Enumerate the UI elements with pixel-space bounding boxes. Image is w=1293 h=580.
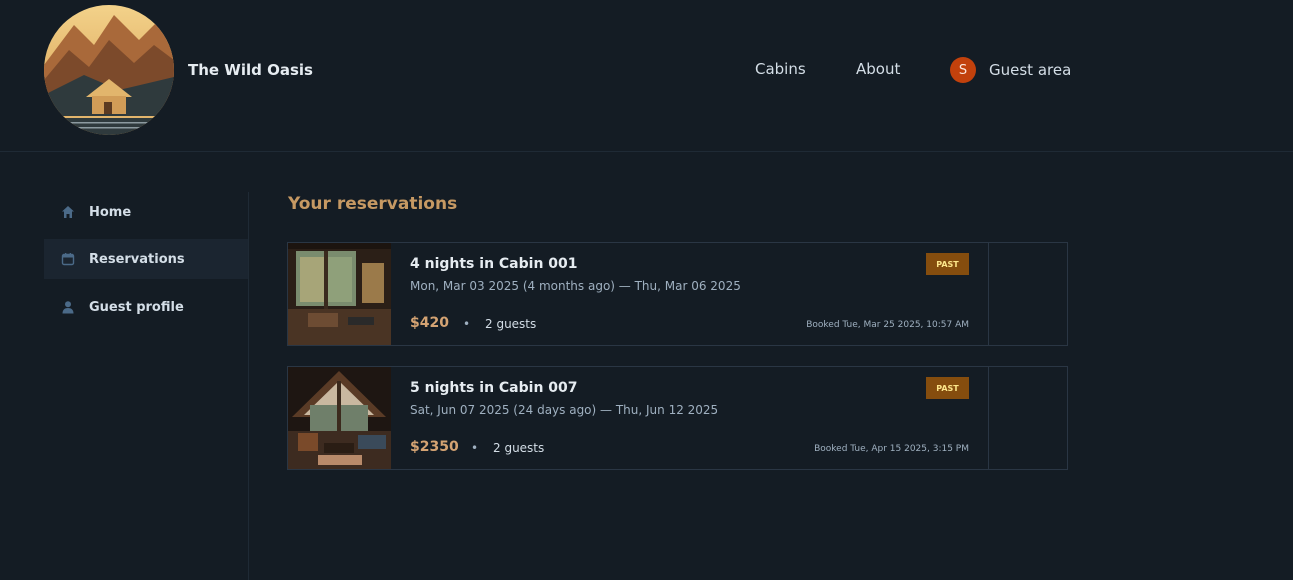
status-badge: PAST	[926, 253, 969, 275]
reservation-actions	[989, 367, 1067, 469]
calendar-icon	[61, 252, 75, 266]
separator-dot: •	[463, 317, 471, 331]
page-title: Your reservations	[288, 194, 458, 214]
separator-dot: •	[471, 441, 479, 455]
sidebar-item-label: Reservations	[89, 251, 185, 267]
user-icon	[61, 300, 75, 314]
reservation-dates: Mon, Mar 03 2025 (4 months ago) — Thu, M…	[410, 279, 741, 293]
account-sidebar: Home Reservations Guest profile	[0, 192, 249, 580]
booked-date: Booked Tue, Mar 25 2025, 10:57 AM	[806, 320, 969, 330]
reservation-actions	[989, 243, 1067, 345]
brand-name: The Wild Oasis	[188, 61, 313, 79]
sidebar-item-label: Guest profile	[89, 299, 184, 315]
logo-link[interactable]: The Wild Oasis	[44, 5, 313, 135]
home-icon	[61, 205, 75, 219]
cabin-image	[288, 367, 391, 469]
reservation-guests: 2 guests	[493, 441, 545, 455]
nav-link-guest-area[interactable]: S Guest area	[950, 57, 1071, 83]
reservation-details: 5 nights in Cabin 007 Sat, Jun 07 2025 (…	[391, 367, 989, 469]
reservation-dates: Sat, Jun 07 2025 (24 days ago) — Thu, Ju…	[410, 403, 719, 417]
nav-link-about[interactable]: About	[856, 60, 900, 78]
site-header: The Wild Oasis Cabins About S Guest area	[0, 0, 1293, 152]
nav-link-guest-area-label: Guest area	[989, 61, 1072, 79]
cabin-image	[288, 243, 391, 345]
sidebar-item-reservations[interactable]: Reservations	[44, 239, 248, 279]
logo-image	[44, 5, 174, 135]
reservation-details: 4 nights in Cabin 001 Mon, Mar 03 2025 (…	[391, 243, 989, 345]
reservation-price: $420	[410, 315, 449, 331]
reservation-title: 4 nights in Cabin 001	[410, 256, 578, 272]
reservation-title: 5 nights in Cabin 007	[410, 380, 578, 396]
sidebar-item-guest-profile[interactable]: Guest profile	[44, 287, 248, 327]
sidebar-item-label: Home	[89, 204, 132, 220]
nav-link-cabins[interactable]: Cabins	[755, 60, 806, 78]
status-badge: PAST	[926, 377, 969, 399]
avatar: S	[950, 57, 976, 83]
booked-date: Booked Tue, Apr 15 2025, 3:15 PM	[814, 444, 969, 454]
reservation-card: 5 nights in Cabin 007 Sat, Jun 07 2025 (…	[287, 366, 1068, 470]
reservation-card: 4 nights in Cabin 001 Mon, Mar 03 2025 (…	[287, 242, 1068, 346]
sidebar-item-home[interactable]: Home	[44, 192, 248, 232]
reservation-price: $2350	[410, 439, 459, 455]
reservation-guests: 2 guests	[485, 317, 537, 331]
